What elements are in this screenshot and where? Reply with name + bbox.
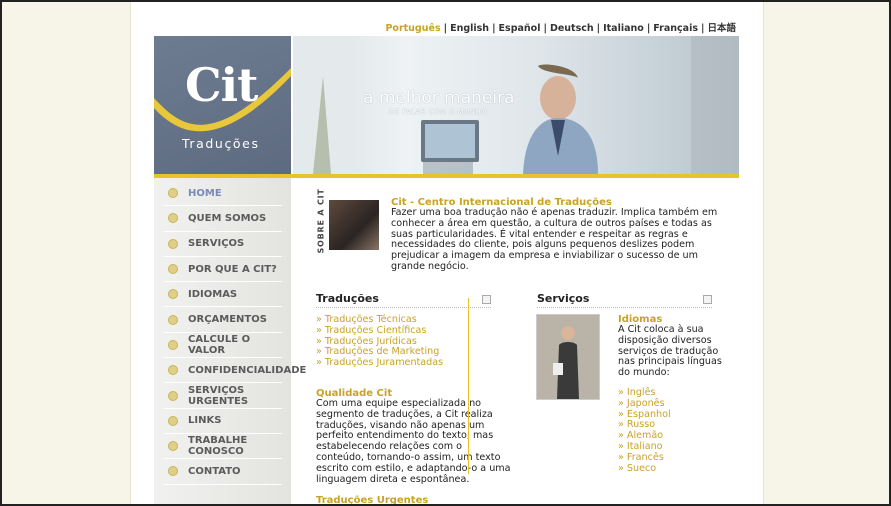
quality-section: Qualidade Cit Com uma equipe especializa… <box>316 388 511 504</box>
menu-item-confidencialidade[interactable]: CONFIDENCIALIDADE <box>164 358 306 384</box>
page: Português | English | Español | Deutsch | Italia… <box>130 2 764 504</box>
menu-item-label: LINKS <box>188 415 222 427</box>
bullet-icon <box>168 415 178 426</box>
language-link[interactable]: 日本語 <box>707 23 736 34</box>
banner-image: a melhor maneira DE FALAR COM O MUNDO <box>293 36 739 174</box>
bullet-icon <box>168 188 178 199</box>
logo-subtitle: Traduções <box>182 136 260 151</box>
menu-item-calcule-o-valor[interactable]: CALCULE O VALOR <box>164 333 282 359</box>
menu-item-label: CONFIDENCIALIDADE <box>188 364 307 376</box>
language-link[interactable]: Italiano <box>603 23 644 34</box>
language-link[interactable]: Deutsch <box>550 23 594 34</box>
language-item-link[interactable]: » Sueco <box>618 463 723 475</box>
bullet-icon <box>168 441 178 452</box>
bullet-icon <box>168 466 178 477</box>
idiomas-body: A Cit coloca à sua disposição diversos s… <box>618 324 722 379</box>
menu-item-trabalhe-conosco[interactable]: TRABALHE CONOSCO <box>164 434 282 460</box>
menu-item-label: IDIOMAS <box>188 288 238 300</box>
woman-photo <box>537 315 599 399</box>
urgent-title[interactable]: Traduções Urgentes <box>316 495 511 504</box>
language-bar: Português | English | Español | Deutsch | Italia… <box>384 20 737 34</box>
pin-icon <box>482 295 491 304</box>
traducoes-links: » Traduções Técnicas» Traduções Científi… <box>316 314 443 369</box>
bullet-icon <box>168 213 178 224</box>
sidebar: HOME QUEM SOMOS SERVIÇOS POR QUE A CIT? IDIO… <box>154 178 306 504</box>
traducoes-link[interactable]: » Traduções Juramentadas <box>316 357 443 369</box>
menu-item-label: CALCULE O VALOR <box>188 333 251 356</box>
quality-body: Com uma equipe especializada no segmento… <box>316 398 511 485</box>
about-photo <box>329 200 379 250</box>
idiomas-links: » Inglês» Japonês» Espanhol» Russo» Alem… <box>618 387 723 475</box>
language-link[interactable]: English <box>450 23 489 34</box>
menu-item-home[interactable]: HOME <box>164 181 282 207</box>
language-link[interactable]: Português <box>385 23 440 34</box>
banner-photo <box>293 36 739 174</box>
menu-item-label: QUEM SOMOS <box>188 212 267 224</box>
menu-item-label: TRABALHE CONOSCO <box>188 435 248 458</box>
main-menu: HOME QUEM SOMOS SERVIÇOS POR QUE A CIT? IDIO… <box>164 181 306 485</box>
language-item-link[interactable]: » Francês <box>618 452 723 464</box>
separator: | <box>492 23 496 34</box>
logo-text: Cit <box>185 58 258 112</box>
menu-item-servicos[interactable]: SERVIÇOS <box>164 232 282 257</box>
separator: | <box>596 23 601 34</box>
menu-item-label: SERVIÇOS URGENTES <box>188 384 249 407</box>
menu-item-label: ORÇAMENTOS <box>188 314 267 326</box>
menu-item-quem-somos[interactable]: QUEM SOMOS <box>164 206 282 232</box>
separator: | <box>646 23 651 34</box>
about-side-label: SOBRE A CIT <box>316 188 326 254</box>
traducoes-heading: Traduções <box>316 292 491 308</box>
bullet-icon <box>168 339 178 350</box>
banner-slogan-sub: DE FALAR COM O MUNDO <box>389 108 487 116</box>
menu-item-label: CONTATO <box>188 465 241 477</box>
language-link[interactable]: Español <box>499 23 541 34</box>
logo[interactable]: Cit Traduções <box>154 36 291 174</box>
column-divider <box>468 298 469 474</box>
language-item-link[interactable]: » Japonês <box>618 398 723 410</box>
separator: | <box>701 23 705 34</box>
menu-item-contato[interactable]: CONTATO <box>164 459 282 485</box>
about-body: Fazer uma boa tradução não é apenas trad… <box>391 207 718 272</box>
servicos-photo <box>536 314 600 400</box>
window-frame: Português | English | Español | Deutsch | Italia… <box>0 0 891 506</box>
separator: | <box>443 23 448 34</box>
bullet-icon <box>168 264 178 275</box>
separator: | <box>543 23 547 34</box>
pin-icon <box>703 295 712 304</box>
idiomas-section: Idiomas A Cit coloca à sua disposição di… <box>618 314 723 474</box>
menu-item-label: SERVIÇOS <box>188 238 245 250</box>
bullet-icon <box>168 289 178 300</box>
bullet-icon <box>168 314 178 325</box>
menu-item-servicos-urgentes[interactable]: SERVIÇOS URGENTES <box>164 383 282 409</box>
menu-item-links[interactable]: LINKS <box>164 409 282 434</box>
about-text-block: Cit - Centro Internacional de Traduções … <box>391 197 721 273</box>
bullet-icon <box>168 238 178 249</box>
bullet-icon <box>168 390 178 401</box>
bullet-icon <box>168 365 178 376</box>
menu-item-label: POR QUE A CIT? <box>188 263 277 275</box>
menu-item-idiomas[interactable]: IDIOMAS <box>164 282 282 308</box>
servicos-heading: Serviços <box>537 292 712 308</box>
menu-item-por-que-a-cit[interactable]: POR QUE A CIT? <box>164 257 282 283</box>
language-link[interactable]: Français <box>653 23 698 34</box>
traducoes-link[interactable]: » Traduções Científicas <box>316 325 443 337</box>
menu-item-label: HOME <box>188 187 222 199</box>
banner-slogan: a melhor maneira <box>363 88 515 108</box>
menu-item-orcamentos[interactable]: ORÇAMENTOS <box>164 307 282 333</box>
